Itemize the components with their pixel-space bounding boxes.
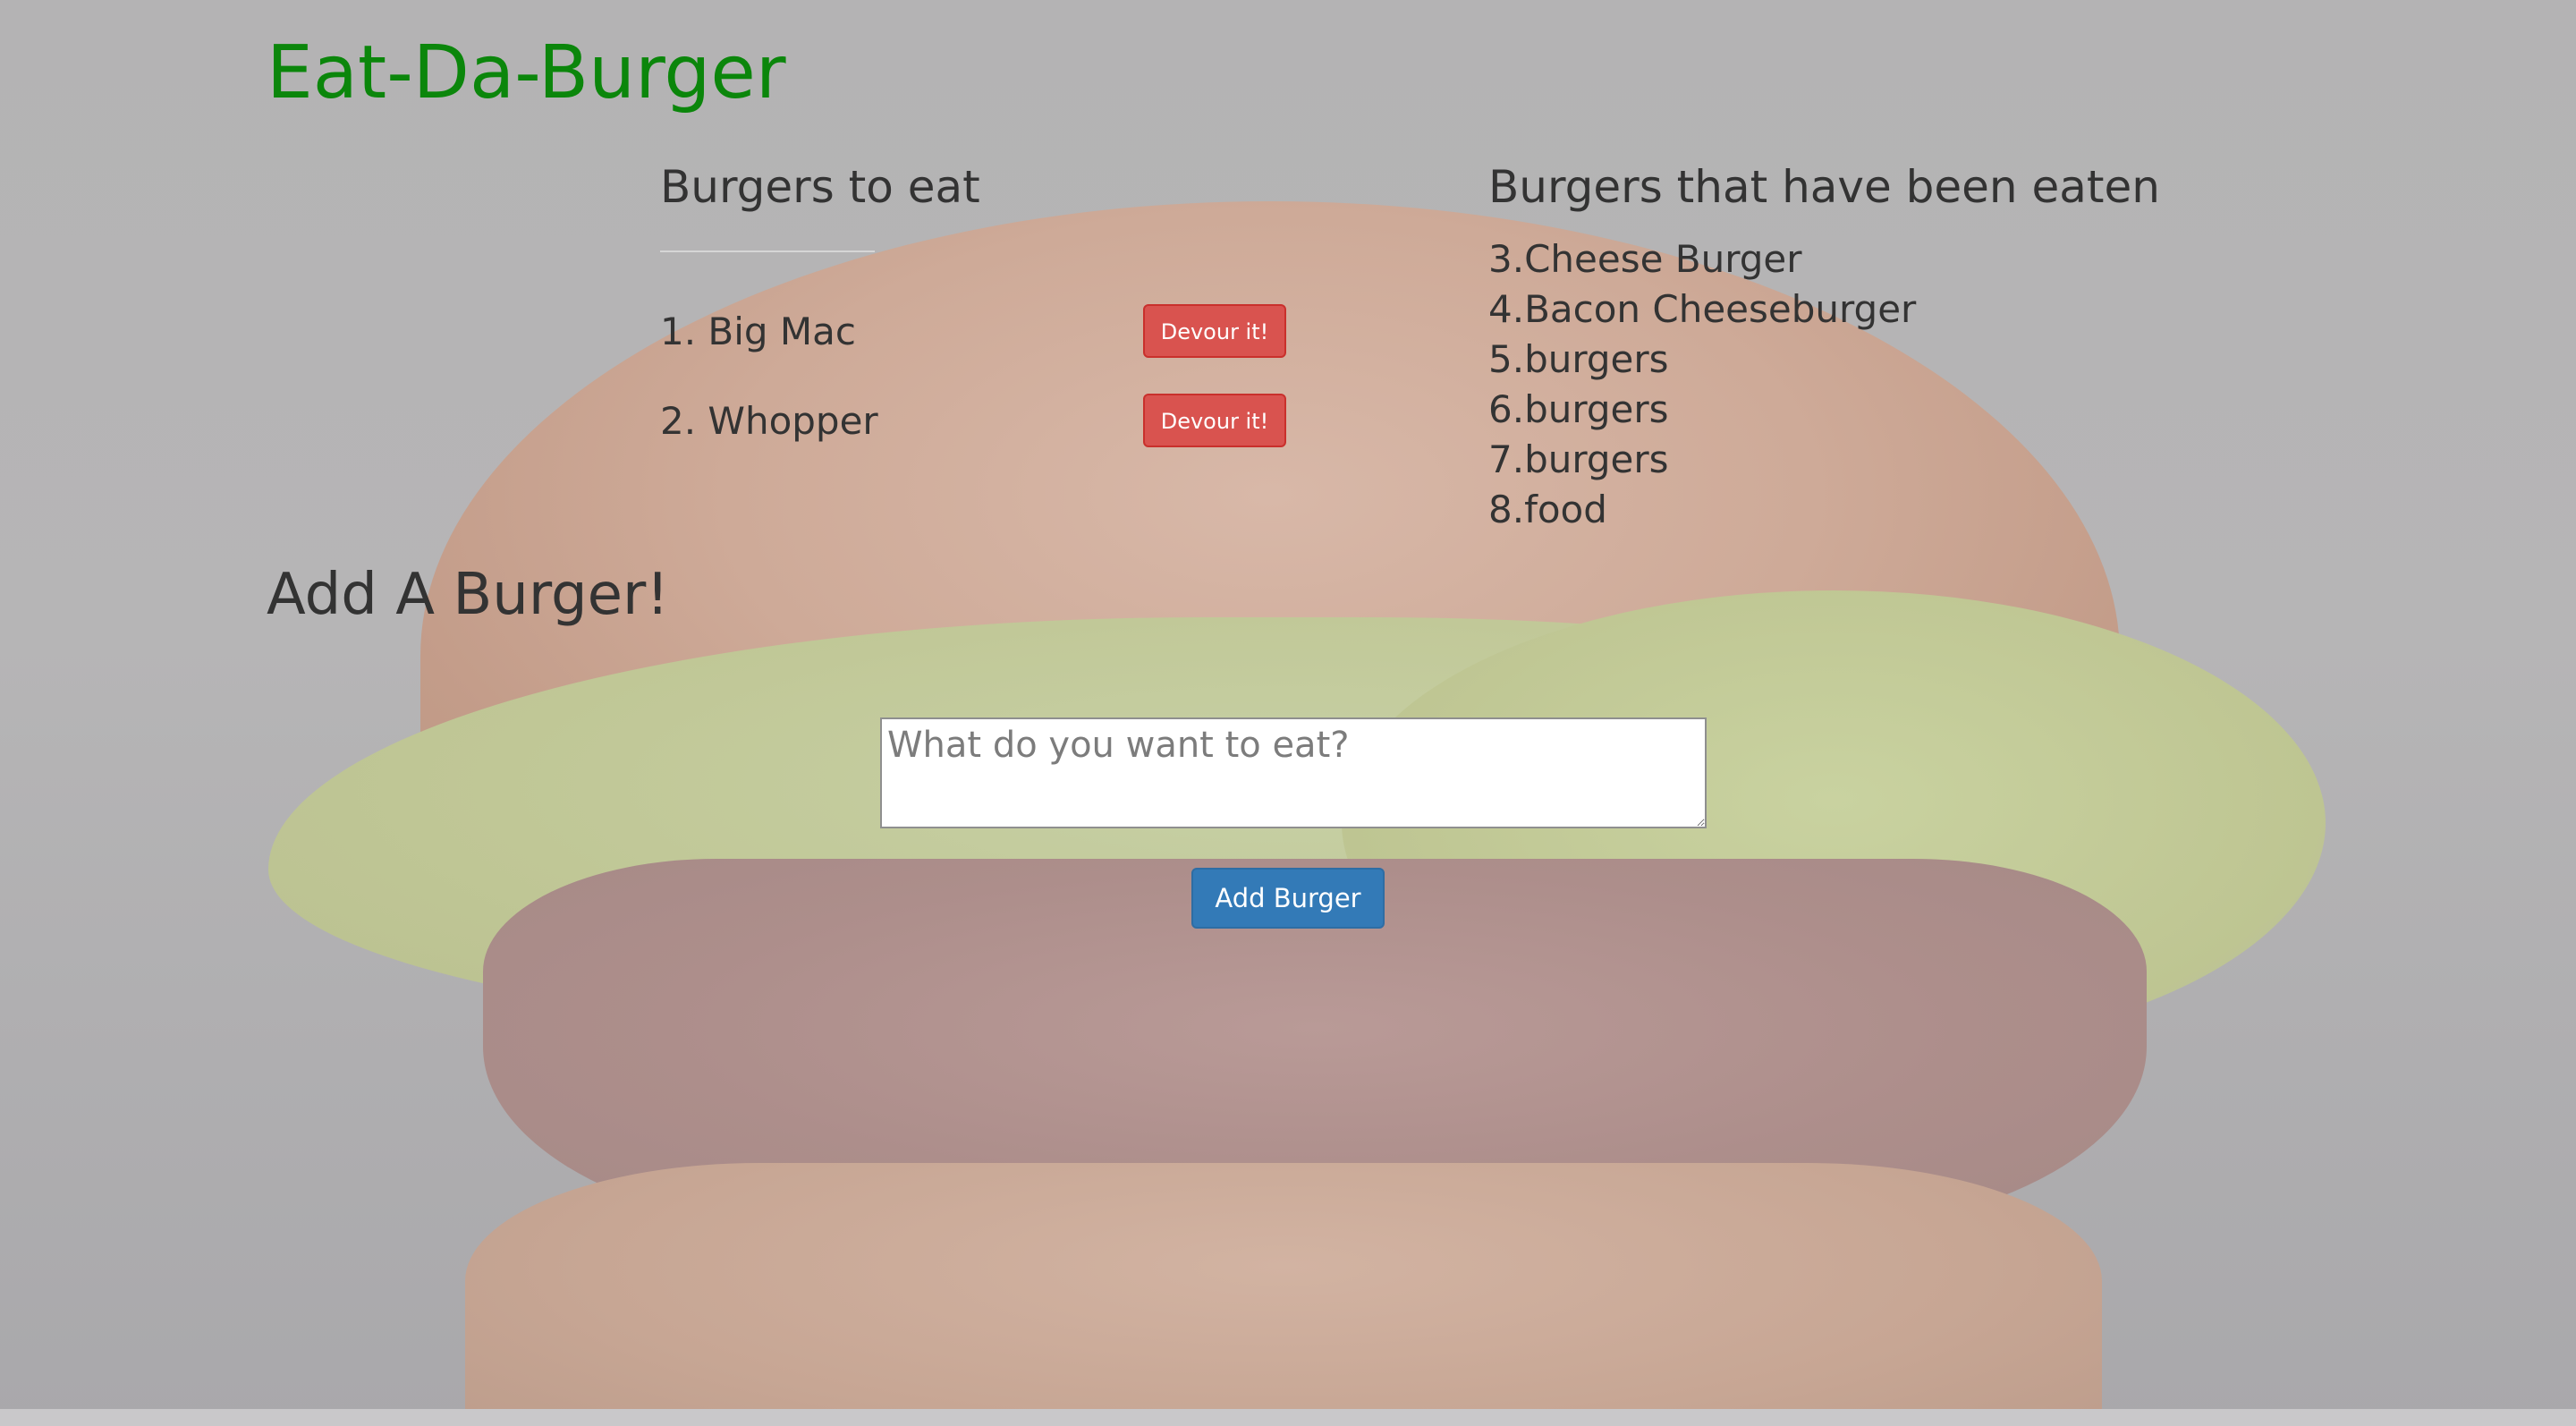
burgers-eaten-list: 3.Cheese Burger 4.Bacon Cheeseburger 5.b… — [1488, 234, 1916, 535]
page-content: Eat-Da-Burger Burgers to eat 1. Big Mac … — [0, 0, 2576, 1426]
list-item: 3.Cheese Burger — [1488, 237, 1802, 281]
page-title: Eat-Da-Burger — [267, 30, 786, 115]
list-item: 6.burgers — [1488, 387, 1669, 431]
add-burger-button[interactable]: Add Burger — [1191, 868, 1385, 929]
list-item: 5.burgers — [1488, 337, 1669, 381]
list-item: 4.Bacon Cheeseburger — [1488, 287, 1917, 331]
add-burger-heading: Add A Burger! — [267, 562, 669, 628]
list-item: 7.burgers — [1488, 437, 1669, 481]
burger-name-input[interactable] — [880, 717, 1707, 828]
devour-button[interactable]: Devour it! — [1143, 394, 1286, 447]
devour-button[interactable]: Devour it! — [1143, 304, 1286, 358]
list-item: 2. Whopper Devour it! — [660, 394, 1304, 483]
list-item: 1. Big Mac Devour it! — [660, 304, 1304, 394]
burgers-eaten-heading: Burgers that have been eaten — [1488, 161, 2160, 213]
burgers-to-eat-list: 1. Big Mac Devour it! 2. Whopper Devour … — [660, 304, 1304, 483]
list-item: 8.food — [1488, 488, 1607, 531]
burger-name: 2. Whopper — [660, 399, 878, 443]
to-eat-divider — [660, 250, 875, 252]
burgers-to-eat-heading: Burgers to eat — [660, 161, 980, 213]
burger-name: 1. Big Mac — [660, 310, 856, 353]
